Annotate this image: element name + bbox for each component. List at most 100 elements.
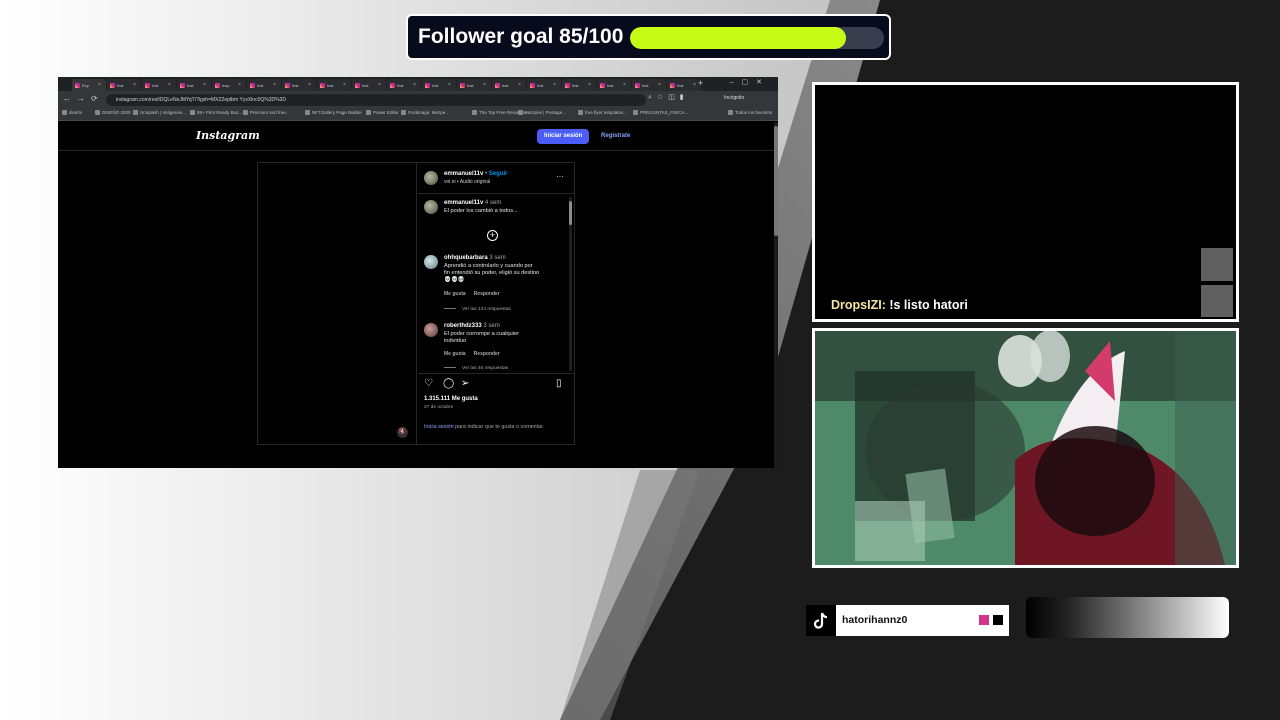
comments-scrollbar[interactable] [569,197,572,371]
view-replies-link[interactable]: Ver las 46 respuestas [444,366,508,371]
bookmark-item[interactable]: Todos los favoritos [728,110,772,115]
bookmark-item[interactable]: DISEÑO 2000 [95,110,131,115]
browser-tab[interactable]: Inst × [667,79,701,91]
page-scrollbar-thumb[interactable] [774,126,778,236]
close-tab-icon[interactable]: × [553,82,556,88]
comment-text-line: fin entendió su poder, eligió su destino [444,270,540,276]
caption-avatar[interactable] [424,200,438,214]
login-hint-link[interactable]: Inicia sesión [424,424,454,430]
close-tab-icon[interactable]: × [693,82,696,88]
close-tab-icon[interactable]: × [378,82,381,88]
close-tab-icon[interactable]: × [343,82,346,88]
tiktok-icon [806,605,836,636]
author-avatar[interactable] [424,171,438,185]
comment-reply-button[interactable]: Responder [474,351,500,357]
share-icon[interactable]: ➢ [461,379,469,389]
view-replies-link[interactable]: Ver las 134 respuestas [444,307,511,312]
browser-tab[interactable]: Inst × [352,79,386,91]
login-button[interactable]: Iniciar sesión [537,129,590,144]
browser-tab[interactable]: Inst × [107,79,141,91]
bookmark-icon [633,110,638,115]
post-audio[interactable]: vol.ei • Audio original [444,179,490,186]
close-tab-icon[interactable]: × [273,82,276,88]
caption-author[interactable]: emmanuel11v 4 sem [444,200,501,206]
bookmark-item[interactable]: free flyer templates... [578,110,627,115]
instagram-favicon-icon [180,82,185,88]
toolbar-icons[interactable]: ⌕☆◫▮ [648,93,689,102]
close-tab-icon[interactable]: × [483,82,486,88]
page-scrollbar[interactable] [774,122,778,468]
comment-icon[interactable]: ◯ [443,379,454,389]
browser-tab[interactable]: Inst × [247,79,281,91]
close-tab-icon[interactable]: × [133,82,136,88]
comment-avatar[interactable] [424,255,438,269]
comment-author[interactable]: ohhquebarbara 3 sem [444,255,506,261]
browser-tab[interactable]: Inst × [527,79,561,91]
close-tab-icon[interactable]: × [98,82,101,88]
bookmark-label: diseño [69,110,83,115]
browser-tab[interactable]: Inst × [492,79,526,91]
bookmark-item[interactable]: Postimage: Mezpe... [401,110,449,115]
close-tab-icon[interactable]: × [658,82,661,88]
window-controls[interactable]: –▢✕ [730,78,770,86]
caption-author-name[interactable]: emmanuel11v [444,200,483,206]
bookmark-item[interactable]: diseño [62,110,82,115]
close-tab-icon[interactable]: × [588,82,591,88]
close-tab-icon[interactable]: × [623,82,626,88]
bookmark-item[interactable]: Unsplash | Imágenes... [133,110,186,115]
add-comment-icon[interactable]: + [487,230,498,241]
comments-scrollbar-thumb[interactable] [569,201,572,225]
bookmark-icon[interactable]: ▯ [556,379,562,389]
post-author[interactable]: emmanuel11v • Seguir [444,171,507,177]
bookmark-item[interactable]: Mezpine | Postage... [518,110,566,115]
browser-tab[interactable]: Inst × [387,79,421,91]
browser-tab[interactable]: Inst × [142,79,176,91]
webcam-feed [812,328,1239,568]
follower-goal-progress-track [630,27,884,49]
comment-user[interactable]: roberthdz333 [444,323,482,329]
instagram-logo[interactable]: Instagram [196,129,260,142]
browser-tab[interactable]: Inst × [282,79,316,91]
close-tab-icon[interactable]: × [413,82,416,88]
comment-author[interactable]: roberthdz333 3 sem [444,323,500,329]
browser-tab[interactable]: Inst × [562,79,596,91]
close-tab-icon[interactable]: × [168,82,171,88]
url-bar[interactable]: instagram.com/reel/DQLeNeJMYqT/?igsh=MXZ… [106,94,646,106]
comment-user[interactable]: ohhquebarbara [444,255,488,261]
close-tab-icon[interactable]: × [203,82,206,88]
bookmark-item[interactable]: Power Editor [366,110,399,115]
register-link[interactable]: Regístrate [601,129,630,144]
browser-tab[interactable]: Inst × [457,79,491,91]
heart-icon[interactable]: ♡ [424,379,433,389]
browser-tab[interactable]: Inst × [177,79,211,91]
browser-tab[interactable]: Insp × [212,79,246,91]
close-tab-icon[interactable]: × [448,82,451,88]
browser-tab-label: Inst [117,82,124,88]
bookmark-item[interactable]: 85+ Print Ready Bus... [190,110,242,115]
comment-avatar[interactable] [424,323,438,337]
browser-tab[interactable]: Exp × [72,79,106,91]
more-icon[interactable]: ··· [556,172,564,181]
bookmark-item[interactable]: NFTGallery Page Builder [305,110,362,115]
new-tab-icon[interactable]: + [698,78,703,88]
browser-tab[interactable]: Inst × [597,79,631,91]
browser-tab[interactable]: Inst × [422,79,456,91]
comment-reply-button[interactable]: Responder [474,291,500,297]
post-author-name[interactable]: emmanuel11v [444,171,483,177]
comment-like-button[interactable]: Me gusta [444,291,466,297]
browser-tab-label: Inst [362,82,369,88]
like-count[interactable]: 1.315.111 Me gusta [424,396,478,402]
follow-link[interactable]: Seguir [489,171,508,177]
close-tab-icon[interactable]: × [238,82,241,88]
browser-tab[interactable]: Inst × [632,79,666,91]
mute-icon[interactable]: 🔇 [397,427,408,438]
navigation-icons[interactable]: ←→⟳ [63,94,104,103]
bookmark-item[interactable]: PREGUNTAS_FISICA... [633,110,688,115]
incognito-badge[interactable]: Incógnito [724,95,744,101]
comment-like-button[interactable]: Me gusta [444,351,466,357]
close-tab-icon[interactable]: × [518,82,521,88]
browser-tab[interactable]: Inst × [317,79,351,91]
reel-video[interactable]: 🔇 [258,163,417,444]
close-tab-icon[interactable]: × [308,82,311,88]
bookmark-item[interactable]: Premium and free... [243,110,290,115]
